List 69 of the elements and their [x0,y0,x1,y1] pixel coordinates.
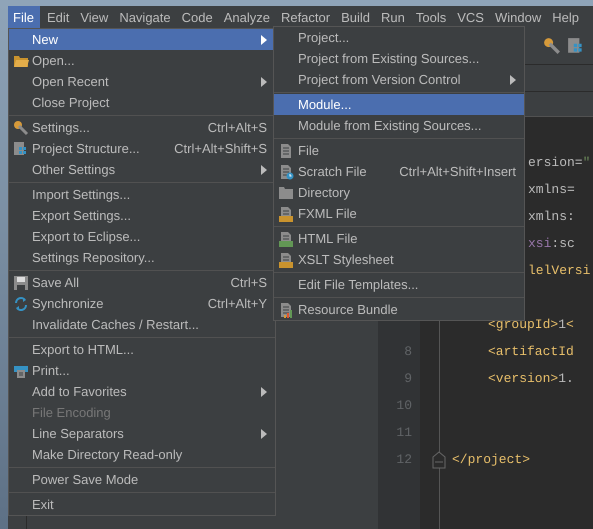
menu-item[interactable]: Settings Repository... [9,247,275,268]
code-line: xmlns: [527,209,575,224]
wrench-icon[interactable] [543,37,561,55]
menu-item[interactable]: Export Settings... [9,205,275,226]
menu-item[interactable]: Open Recent [9,71,275,92]
menu-bar-item[interactable]: Build [336,6,376,28]
fold-marker-icon[interactable] [432,450,446,468]
menu-item[interactable]: Project from Existing Sources... [274,48,524,69]
menu-item[interactable]: Close Project [9,92,275,113]
grid-icon [12,140,28,156]
menu-bar-item[interactable]: Refactor [276,6,336,28]
menu-item[interactable]: Edit File Templates... [274,274,524,295]
menu-item[interactable]: Project from Version Control [274,69,524,90]
menu-bar-item[interactable]: Run [376,6,411,28]
file-clock-icon [278,164,294,180]
menu-item[interactable]: Make Directory Read-only [9,444,275,465]
menu-item[interactable]: File [274,140,524,161]
menu-item[interactable]: Resource Bundle [274,299,524,320]
code-line: <groupId>1< [487,317,574,332]
menu-item[interactable]: Project... [274,27,524,48]
menu-bar-item[interactable]: Help [547,6,585,28]
menu-item[interactable]: Invalidate Caches / Restart... [9,314,275,335]
menu-item[interactable]: Module from Existing Sources... [274,115,524,136]
menu-item[interactable]: Settings... Ctrl+Alt+S [9,117,275,138]
menu-bar-item[interactable]: Navigate [114,6,177,28]
menu-item[interactable]: Import Settings... [9,184,275,205]
menu-item[interactable]: Export to Eclipse... [9,226,275,247]
menu-bar-item[interactable]: File [8,6,40,28]
html-file-icon [278,230,294,246]
menu-bar-item[interactable]: Analyze [218,6,276,28]
menu-item[interactable]: Synchronize Ctrl+Alt+Y [9,293,275,314]
folder-icon [278,186,294,200]
menu-item[interactable]: Save All Ctrl+S [9,272,275,293]
menu-bar-item[interactable]: VCS [452,6,490,28]
menu-item[interactable]: Open... [9,50,275,71]
menu-bar-item[interactable]: View [75,6,114,28]
menu-item[interactable]: Module... [274,94,524,115]
menu-bar-item[interactable]: Tools [410,6,452,28]
menu-item[interactable]: Print... [9,360,275,381]
menu-item[interactable]: Project Structure... Ctrl+Alt+Shift+S [9,138,275,159]
code-line: lelVersi [527,263,590,278]
menu-item[interactable]: Line Separators [9,423,275,444]
menu-item[interactable]: HTML File [274,228,524,249]
xml-file-icon [278,206,294,222]
menu-item[interactable]: Add to Favorites [9,381,275,402]
menu-bar-item[interactable]: Edit [42,6,76,28]
folder-icon [12,54,28,68]
menu-item[interactable]: New [9,29,275,50]
xml-file-icon [278,252,294,268]
menu-bar-item[interactable]: Code [176,6,219,28]
code-line: <artifactId [487,344,574,359]
code-line: </project> [451,452,530,467]
menu-item[interactable]: Export to HTML... [9,339,275,360]
menu-item[interactable]: Exit [9,494,275,515]
code-line: <version>1. [487,371,574,386]
menu-item[interactable]: Directory [274,182,524,203]
menu-item[interactable]: Power Save Mode [9,469,275,490]
menu-bar-item[interactable]: Window [490,6,548,28]
file-icon [278,142,294,158]
file-chart-icon [278,302,294,318]
code-line: ersion=" [527,155,590,170]
menu-item[interactable]: Other Settings [9,159,275,180]
code-line: xsi:sc [527,236,575,251]
code-line: xmlns= [527,182,575,197]
menu-item[interactable]: Scratch File Ctrl+Alt+Shift+Insert [274,161,524,182]
sync-icon [12,296,28,312]
menu-item[interactable]: FXML File [274,203,524,224]
wrench-icon [12,120,28,136]
menu-item[interactable]: XSLT Stylesheet [274,249,524,270]
